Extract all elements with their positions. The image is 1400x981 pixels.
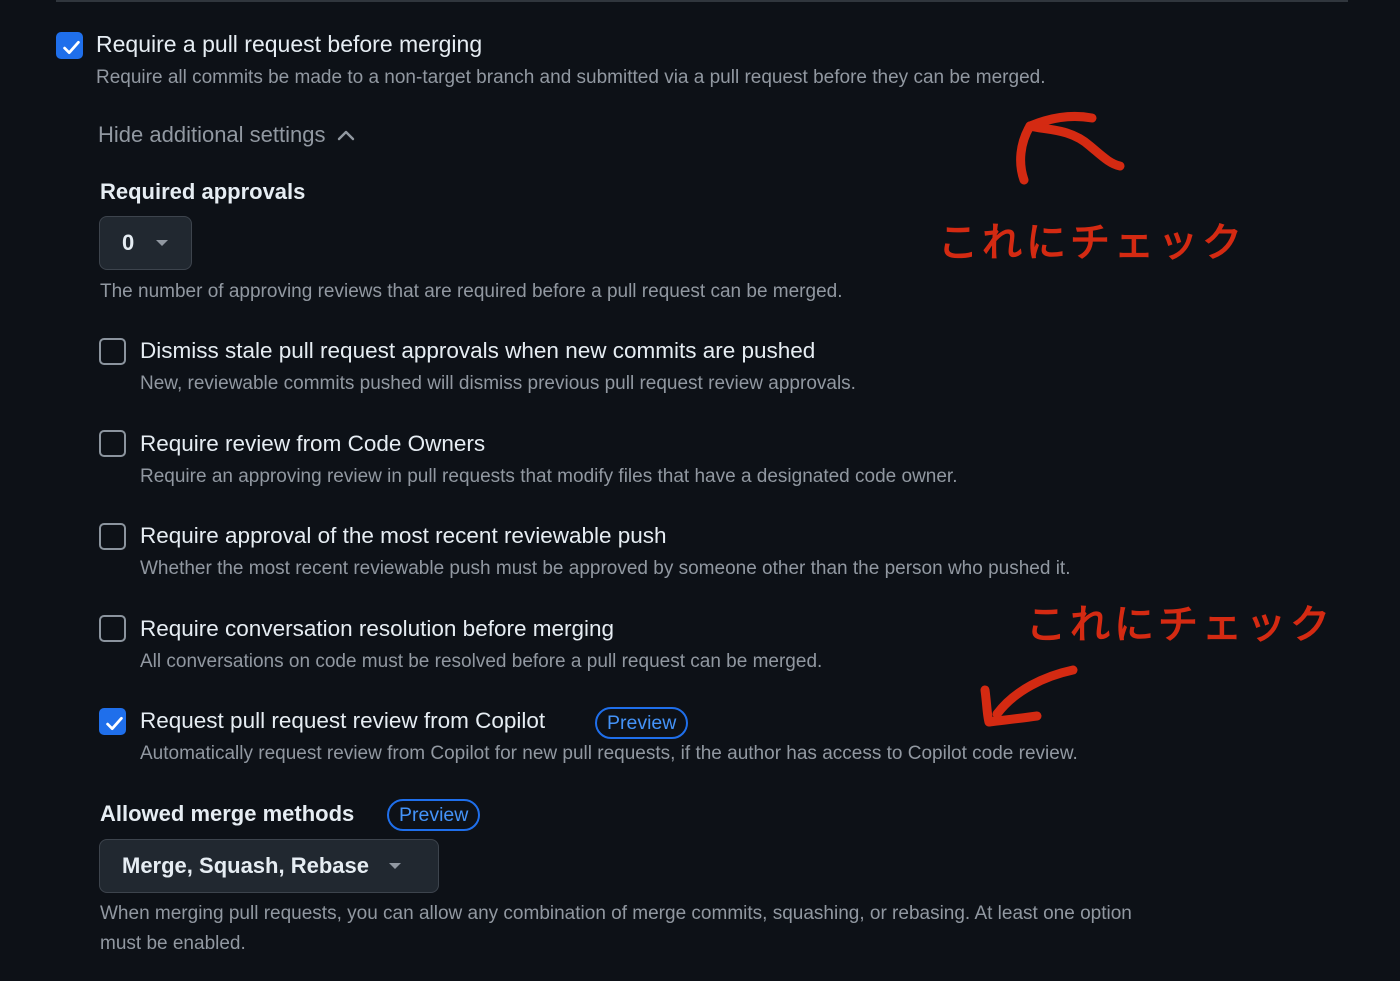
merge-methods-preview-badge: Preview [387, 799, 481, 831]
check-icon [63, 40, 80, 55]
copilot-preview-badge: Preview [595, 707, 689, 739]
chevron-up-icon [338, 130, 355, 141]
dismiss-stale-approvals-title[interactable]: Dismiss stale pull request approvals whe… [140, 338, 815, 364]
caret-down-icon [388, 863, 401, 869]
require-pull-request-title[interactable]: Require a pull request before merging [96, 31, 482, 58]
merge-methods-value: Merge, Squash, Rebase [122, 853, 369, 878]
require-recent-push-approval-checkbox[interactable] [99, 523, 126, 550]
annotation-check-this-top: これにチェック [938, 220, 1246, 266]
annotation-arrow-icon [1016, 111, 1125, 185]
require-pull-request-checkbox[interactable] [56, 32, 83, 59]
copilot-review-title[interactable]: Request pull request review from Copilot [140, 708, 545, 734]
hide-additional-settings-label: Hide additional settings [98, 122, 326, 147]
check-icon [106, 716, 123, 731]
merge-methods-select[interactable]: Merge, Squash, Rebase [99, 839, 439, 893]
require-code-owners-description: Require an approving review in pull requ… [140, 466, 958, 487]
require-recent-push-approval-title[interactable]: Require approval of the most recent revi… [140, 523, 667, 549]
dismiss-stale-approvals-checkbox[interactable] [99, 338, 126, 365]
require-conversation-resolution-description: All conversations on code must be resolv… [140, 651, 823, 672]
required-approvals-description: The number of approving reviews that are… [100, 281, 843, 302]
require-pull-request-description: Require all commits be made to a non-tar… [96, 67, 1046, 88]
dismiss-stale-approvals-description: New, reviewable commits pushed will dism… [140, 373, 856, 394]
require-conversation-resolution-title[interactable]: Require conversation resolution before m… [140, 616, 614, 642]
require-conversation-resolution-checkbox[interactable] [99, 615, 126, 642]
section-divider [56, 0, 1348, 2]
annotation-check-this-bottom: これにチェック [1026, 602, 1334, 648]
required-approvals-title: Required approvals [100, 179, 306, 204]
require-recent-push-approval-description: Whether the most recent reviewable push … [140, 558, 1071, 579]
merge-methods-title: Allowed merge methods [100, 801, 355, 826]
merge-methods-description-line2: must be enabled. [100, 933, 246, 954]
copilot-review-description: Automatically request review from Copilo… [140, 743, 1078, 764]
caret-down-icon [156, 240, 169, 246]
required-approvals-value: 0 [122, 230, 135, 255]
hide-additional-settings-button[interactable]: Hide additional settings [98, 120, 355, 150]
required-approvals-select[interactable]: 0 [99, 216, 192, 270]
merge-methods-description-line1: When merging pull requests, you can allo… [100, 903, 1132, 924]
copilot-review-checkbox[interactable] [99, 708, 126, 735]
require-code-owners-checkbox[interactable] [99, 430, 126, 457]
annotation-arrow-icon [980, 665, 1078, 727]
require-code-owners-title[interactable]: Require review from Code Owners [140, 431, 485, 457]
